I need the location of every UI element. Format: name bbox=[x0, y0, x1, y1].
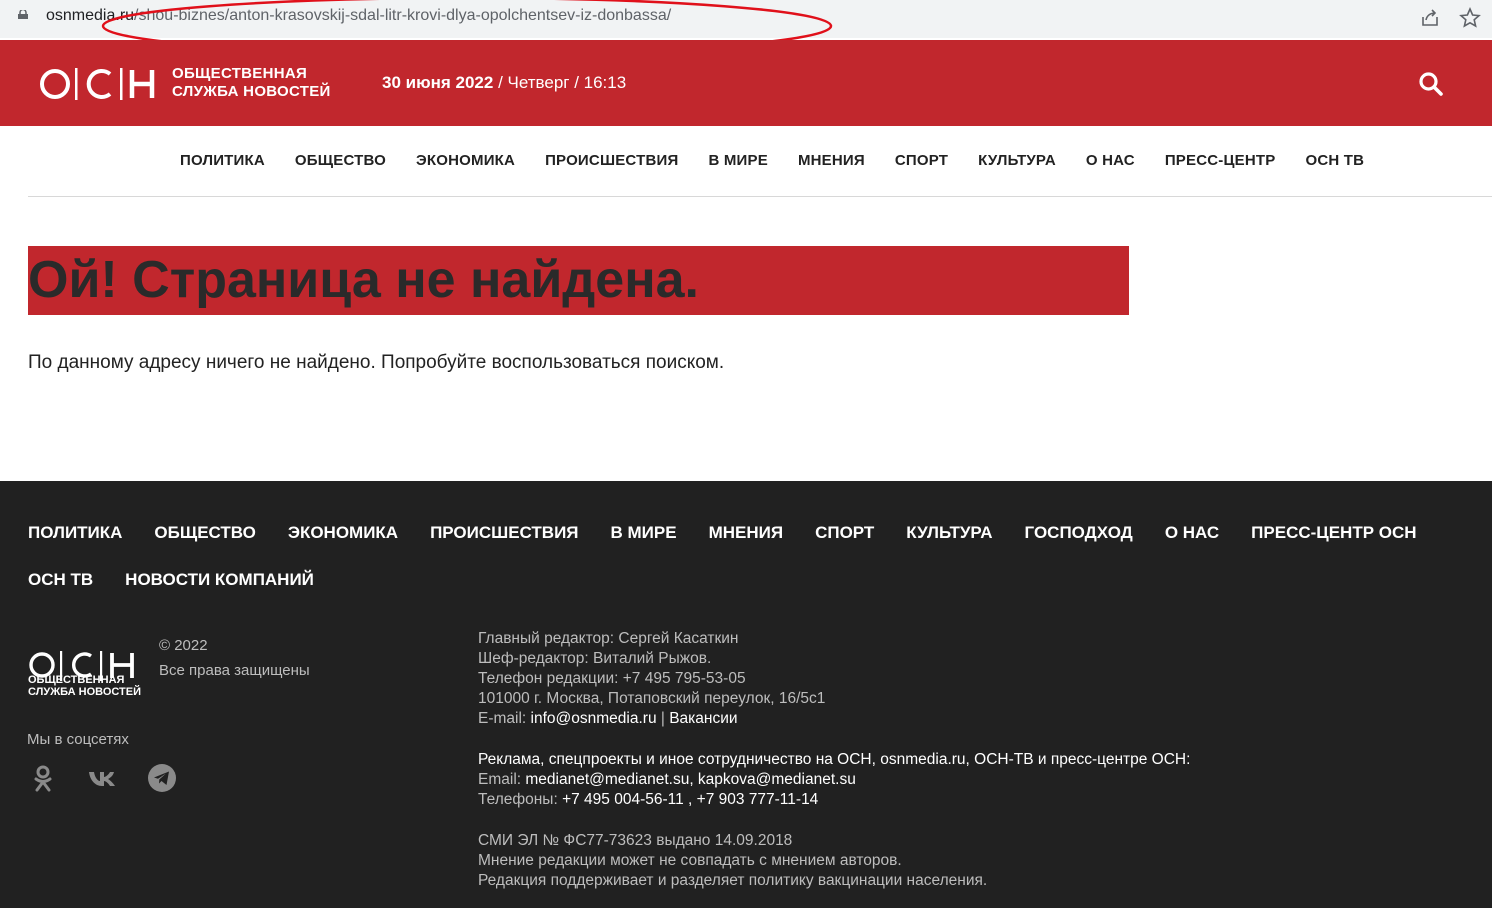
search-icon[interactable] bbox=[1418, 71, 1444, 97]
nav-item-politics[interactable]: ПОЛИТИКА bbox=[180, 152, 265, 169]
bookmark-star-icon[interactable] bbox=[1459, 7, 1481, 29]
footer-nav-osn-tv[interactable]: ОСН ТВ bbox=[28, 570, 93, 590]
rights-text: Все права защищены bbox=[159, 662, 310, 679]
footer-logo-text: ОБЩЕСТВЕННАЯ СЛУЖБА НОВОСТЕЙ bbox=[28, 674, 141, 698]
footer-nav-world[interactable]: В МИРЕ bbox=[611, 523, 677, 543]
vk-icon[interactable] bbox=[87, 763, 117, 793]
logo-line-1: ОБЩЕСТВЕННАЯ bbox=[172, 65, 308, 82]
ads-email-line: Email: medianet@medianet.su, kapkova@med… bbox=[478, 770, 1190, 790]
footer-nav-about[interactable]: О НАС bbox=[1165, 523, 1219, 543]
footer-nav-society[interactable]: ОБЩЕСТВО bbox=[154, 523, 255, 543]
footer-info: Главный редактор: Сергей Касаткин Шеф-ре… bbox=[478, 629, 1190, 891]
social-label: Мы в соцсетях bbox=[27, 731, 129, 748]
date-bold: 30 июня 2022 bbox=[382, 73, 494, 92]
ads-title: Реклама, спецпроекты и иное сотрудничест… bbox=[478, 751, 1191, 768]
nav-item-press-center[interactable]: ПРЕСС-ЦЕНТР bbox=[1165, 152, 1276, 169]
footer-nav-incidents[interactable]: ПРОИСШЕСТВИЯ bbox=[430, 523, 578, 543]
odnoklassniki-icon[interactable] bbox=[28, 763, 58, 793]
footer-nav: ПОЛИТИКА ОБЩЕСТВО ЭКОНОМИКА ПРОИСШЕСТВИЯ В М… bbox=[28, 523, 1468, 617]
nav-item-culture[interactable]: КУЛЬТУРА bbox=[978, 152, 1056, 169]
nav-item-world[interactable]: В МИРЕ bbox=[708, 152, 768, 169]
lock-icon bbox=[18, 10, 28, 19]
ads-phones-line: Телефоны: +7 495 004-56-11 , +7 903 777-… bbox=[478, 790, 1190, 810]
url-path: /shou-biznes/anton-krasovskij-sdal-litr-… bbox=[134, 7, 672, 24]
footer-nav-sport[interactable]: СПОРТ bbox=[815, 523, 874, 543]
logo-line-2: СЛУЖБА НОВОСТЕЙ bbox=[172, 83, 331, 100]
ads-emails[interactable]: medianet@medianet.su, kapkova@medianet.s… bbox=[525, 771, 855, 788]
ads-email-label: Email: bbox=[478, 771, 526, 788]
url-domain: osnmedia.ru bbox=[46, 7, 135, 24]
main-nav: ПОЛИТИКА ОБЩЕСТВО ЭКОНОМИКА ПРОИСШЕСТВИЯ… bbox=[28, 126, 1492, 197]
editor: Главный редактор: Сергей Касаткин bbox=[478, 630, 739, 647]
footer-nav-economy[interactable]: ЭКОНОМИКА bbox=[288, 523, 398, 543]
nav-item-about[interactable]: О НАС bbox=[1086, 152, 1135, 169]
error-title: Ой! Страница не найдена. bbox=[28, 251, 699, 309]
logo-text: ОБЩЕСТВЕННАЯ СЛУЖБА НОВОСТЕЙ bbox=[172, 65, 331, 101]
vacancies-link[interactable]: Вакансии bbox=[669, 710, 737, 727]
email-separator: | bbox=[656, 710, 670, 727]
error-title-banner: Ой! Страница не найдена. bbox=[28, 246, 1129, 315]
email-line: E-mail: info@osnmedia.ru | Вакансии bbox=[478, 709, 1190, 729]
copyright: © 2022 bbox=[159, 637, 208, 654]
error-message: По данному адресу ничего не найдено. Поп… bbox=[28, 352, 725, 373]
ads-phones[interactable]: +7 495 004-56-11 , +7 903 777-11-14 bbox=[562, 791, 818, 808]
footer-nav-culture[interactable]: КУЛЬТУРА bbox=[906, 523, 992, 543]
vaccination-note: Редакция поддерживает и разделяет полити… bbox=[478, 872, 988, 889]
footer-nav-company-news[interactable]: НОВОСТИ КОМПАНИЙ bbox=[125, 570, 314, 590]
chief-editor: Шеф-редактор: Виталий Рыжов. bbox=[478, 650, 712, 667]
disclaimer: Мнение редакции может не совпадать с мне… bbox=[478, 852, 902, 869]
nav-item-society[interactable]: ОБЩЕСТВО bbox=[295, 152, 386, 169]
nav-item-osn-tv[interactable]: ОСН ТВ bbox=[1305, 152, 1364, 169]
browser-address-bar[interactable]: osnmedia.ru/shou-biznes/anton-krasovskij… bbox=[0, 0, 1492, 38]
email-label: E-mail: bbox=[478, 710, 531, 727]
telegram-icon[interactable] bbox=[147, 763, 177, 793]
url-text[interactable]: osnmedia.ru/shou-biznes/anton-krasovskij… bbox=[46, 7, 671, 25]
osn-logo[interactable] bbox=[40, 64, 160, 104]
footer-nav-press-center[interactable]: ПРЕСС-ЦЕНТР ОСН bbox=[1251, 523, 1416, 543]
footer-nav-politics[interactable]: ПОЛИТИКА bbox=[28, 523, 122, 543]
nav-item-opinions[interactable]: МНЕНИЯ bbox=[798, 152, 865, 169]
site-header: ОБЩЕСТВЕННАЯ СЛУЖБА НОВОСТЕЙ 30 июня 202… bbox=[0, 40, 1492, 126]
site-footer: ПОЛИТИКА ОБЩЕСТВО ЭКОНОМИКА ПРОИСШЕСТВИЯ В М… bbox=[0, 481, 1492, 908]
license: СМИ ЭЛ № ФС77-73623 выдано 14.09.2018 bbox=[478, 832, 793, 849]
footer-logo-line-1: ОБЩЕСТВЕННАЯ bbox=[28, 674, 125, 686]
date-rest: / Четверг / 16:13 bbox=[493, 73, 627, 92]
nav-item-sport[interactable]: СПОРТ bbox=[895, 152, 948, 169]
nav-item-incidents[interactable]: ПРОИСШЕСТВИЯ bbox=[545, 152, 678, 169]
address: 101000 г. Москва, Потаповский переулок, … bbox=[478, 690, 826, 707]
editorial-phone: Телефон редакции: +7 495 795-53-05 bbox=[478, 670, 746, 687]
footer-nav-opinions[interactable]: МНЕНИЯ bbox=[709, 523, 784, 543]
footer-nav-gospodkhod[interactable]: ГОСПОДХОД bbox=[1025, 523, 1133, 543]
copyright-block: © 2022 Все права защищены bbox=[159, 633, 310, 683]
nav-item-economy[interactable]: ЭКОНОМИКА bbox=[416, 152, 515, 169]
email-link[interactable]: info@osnmedia.ru bbox=[531, 710, 657, 727]
share-icon[interactable] bbox=[1419, 7, 1441, 29]
ads-phones-label: Телефоны: bbox=[478, 791, 563, 808]
footer-logo-line-2: СЛУЖБА НОВОСТЕЙ bbox=[28, 686, 142, 698]
header-date: 30 июня 2022 / Четверг / 16:13 bbox=[382, 73, 626, 93]
